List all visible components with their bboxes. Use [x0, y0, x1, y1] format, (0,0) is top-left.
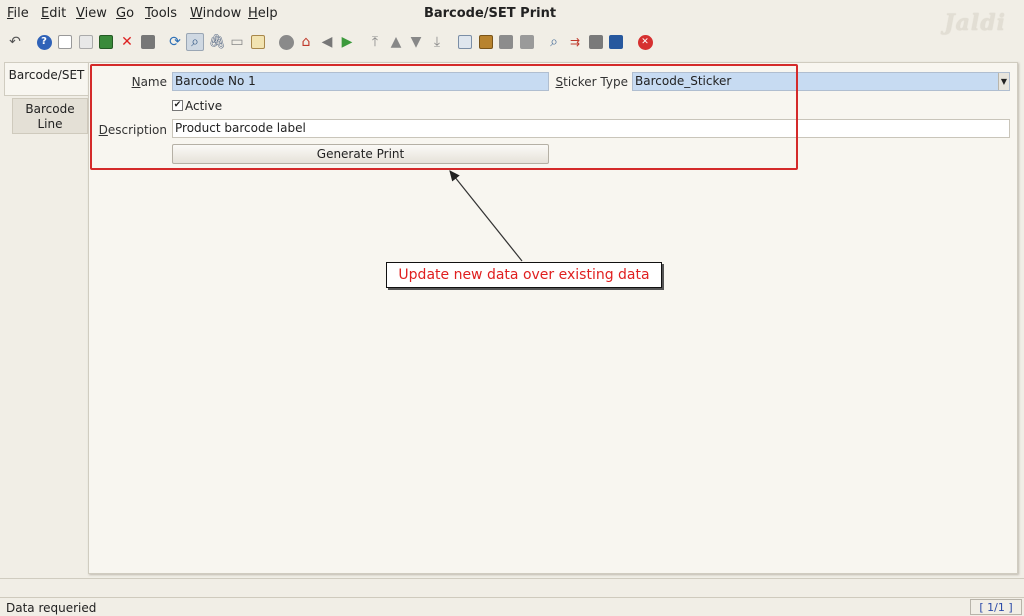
back-icon[interactable]: ◀: [318, 33, 336, 51]
history-icon[interactable]: [249, 33, 267, 51]
chevron-down-icon[interactable]: ▼: [998, 73, 1009, 90]
status-message: Data requeried: [6, 601, 97, 615]
find-icon[interactable]: ⌕: [186, 33, 204, 51]
parent-record-icon[interactable]: ⌂: [297, 33, 315, 51]
forward-icon[interactable]: ▶: [338, 33, 356, 51]
product-info-icon[interactable]: [587, 33, 605, 51]
bottom-strip: [0, 578, 1024, 596]
workflow-icon[interactable]: ⇉: [566, 33, 584, 51]
archive-icon[interactable]: [477, 33, 495, 51]
undo-icon[interactable]: ↶: [6, 33, 24, 51]
process-icon[interactable]: [607, 33, 625, 51]
first-record-icon[interactable]: ⤒: [366, 33, 384, 51]
previous-record-icon[interactable]: ▲: [387, 33, 405, 51]
toolbar: ↶ ? ✕ ⟳ ⌕ 🖇 ▭ ⌂ ◀ ▶ ⤒ ▲ ▼ ⤓ ⌕ ⇉ ✕: [0, 30, 1024, 56]
zoom-across-icon[interactable]: ⌕: [545, 33, 563, 51]
menu-bar: File Edit View Go Tools Window Help Barc…: [0, 0, 1024, 36]
attachment-icon[interactable]: 🖇: [208, 33, 226, 51]
status-bar: Data requeried [ 1/1 ]: [0, 597, 1024, 616]
tab-barcode-set-label: Barcode/SET: [8, 68, 85, 82]
delete-icon[interactable]: ✕: [118, 33, 136, 51]
next-record-icon[interactable]: ▼: [407, 33, 425, 51]
record-counter[interactable]: [ 1/1 ]: [970, 599, 1022, 615]
print-icon[interactable]: [518, 33, 536, 51]
print-preview-icon[interactable]: [497, 33, 515, 51]
chat-icon[interactable]: ▭: [228, 33, 246, 51]
copy-record-icon[interactable]: [77, 33, 95, 51]
new-record-icon[interactable]: [56, 33, 74, 51]
annotation-callout: Update new data over existing data: [386, 262, 662, 288]
last-record-icon[interactable]: ⤓: [428, 33, 446, 51]
close-window-icon[interactable]: ✕: [636, 33, 654, 51]
window-title: Barcode/SET Print: [423, 6, 557, 21]
highlight-box: [90, 64, 798, 170]
refresh-icon[interactable]: ⟳: [166, 33, 184, 51]
tab-barcode-line-label: Barcode: [25, 102, 75, 116]
save-icon[interactable]: [97, 33, 115, 51]
tab-barcode-set[interactable]: Barcode/SET: [4, 62, 88, 96]
delete-selection-icon[interactable]: [139, 33, 157, 51]
tab-barcode-line[interactable]: Barcode Line: [12, 98, 88, 134]
report-icon[interactable]: [456, 33, 474, 51]
home-icon[interactable]: [277, 33, 295, 51]
tab-barcode-line-label-2: Line: [37, 117, 63, 131]
help-icon[interactable]: ?: [35, 33, 53, 51]
